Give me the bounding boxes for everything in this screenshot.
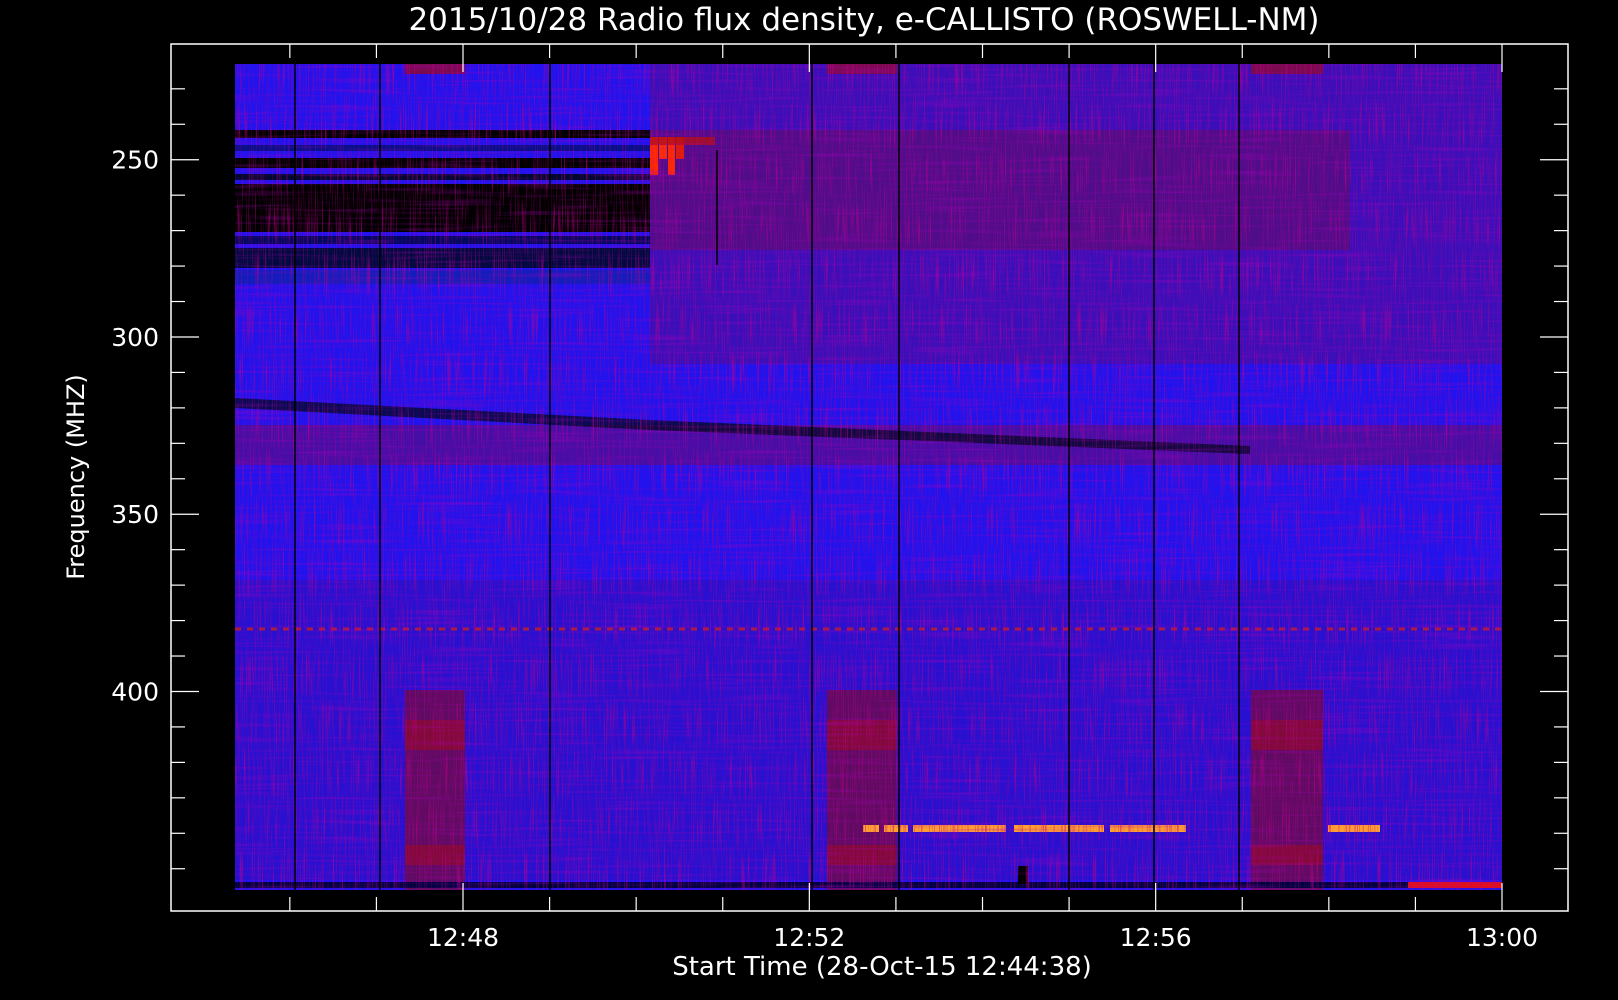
x-tick-label: 13:00 [1466,923,1538,952]
chart-title: 2015/10/28 Radio flux density, e-CALLIST… [408,2,1319,38]
x-tick-label: 12:48 [427,923,499,952]
y-axis-label: Frequency (MHZ) [62,374,90,580]
y-tick-label: 400 [111,677,159,706]
noise-horizontal [235,64,1502,890]
y-tick-label: 300 [111,323,159,352]
spectrogram-image [235,64,1502,890]
y-tick-label: 350 [111,500,159,529]
spectrogram-chart: 250 300 350 400 12:48 12:52 12:56 13:00 2015/10… [0,0,1618,1000]
x-tick-label: 12:52 [773,923,845,952]
x-tick-label: 12:56 [1120,923,1192,952]
x-axis-label: Start Time (28-Oct-15 12:44:38) [672,952,1092,982]
y-tick-label: 250 [111,146,159,175]
